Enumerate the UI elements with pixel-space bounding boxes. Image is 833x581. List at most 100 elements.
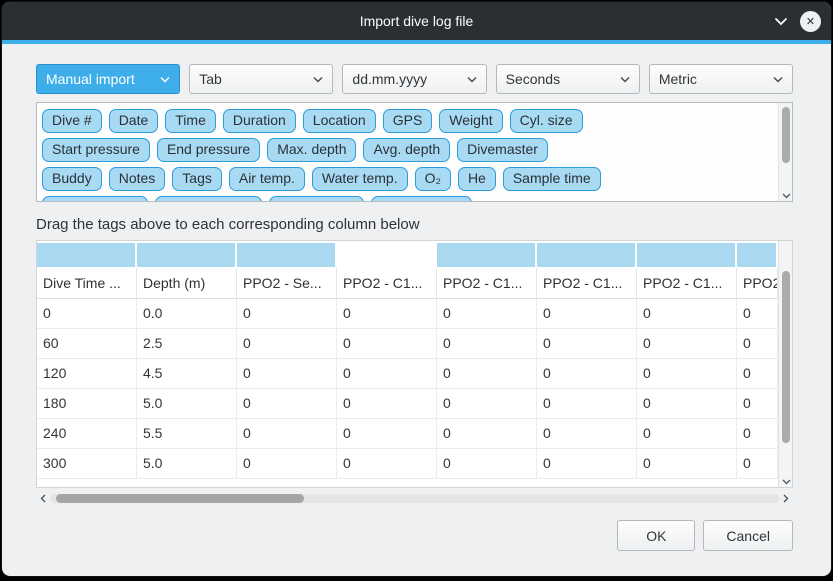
units-combobox[interactable]: Metric	[649, 64, 793, 94]
field-tag[interactable]: O₂	[415, 167, 451, 191]
field-tag[interactable]: Buddy	[42, 167, 102, 191]
combobox-value: Metric	[659, 71, 773, 87]
field-tag[interactable]: Tags	[172, 167, 222, 191]
table-cell: 0	[737, 359, 778, 389]
table-cell: 4.5	[137, 359, 237, 389]
field-tag[interactable]: Time	[165, 109, 216, 133]
field-tag[interactable]: He	[458, 167, 496, 191]
table-cell: 0	[337, 299, 437, 329]
field-tag[interactable]: Cyl. size	[510, 109, 583, 133]
tagpool-vertical-scrollbar[interactable]	[778, 103, 792, 201]
table-cell: 0	[737, 299, 778, 329]
table-cell: 0	[537, 449, 637, 479]
table-horizontal-scrollbar[interactable]	[36, 491, 793, 506]
scroll-down-icon[interactable]	[779, 479, 793, 485]
field-tag[interactable]: Sample pO₂	[269, 196, 364, 201]
table-cell: 0	[437, 419, 537, 449]
table-cell: 0	[637, 329, 737, 359]
field-tag[interactable]: Air temp.	[229, 167, 305, 191]
table-cell: 0	[337, 329, 437, 359]
table-cell: 0	[337, 359, 437, 389]
table-cell: 0	[337, 449, 437, 479]
field-tag[interactable]: End pressure	[157, 138, 260, 162]
table-cell: 0	[237, 449, 337, 479]
chevron-down-icon[interactable]	[774, 17, 788, 26]
scroll-down-icon[interactable]	[779, 193, 793, 199]
field-tag[interactable]: Notes	[109, 167, 166, 191]
field-tag[interactable]: Duration	[223, 109, 296, 133]
table-cell: 60	[37, 329, 137, 359]
column-drop-target[interactable]	[137, 243, 235, 267]
table-body: Dive Time ...Depth (m)PPO2 - Se...PPO2 -…	[37, 241, 778, 487]
table-cell: 0	[237, 359, 337, 389]
table-cell: 0	[437, 329, 537, 359]
table-cell: 0	[537, 299, 637, 329]
combobox-value: dd.mm.yyyy	[352, 71, 466, 87]
table-row: 1204.5000000	[37, 359, 778, 389]
column-header: Depth (m)	[137, 268, 237, 299]
column-drop-target[interactable]	[437, 243, 535, 267]
scrollbar-thumb[interactable]	[782, 271, 790, 443]
field-tag[interactable]: Water temp.	[312, 167, 408, 191]
field-tag[interactable]: Max. depth	[267, 138, 356, 162]
combobox-value: Tab	[199, 71, 313, 87]
column-drop-target[interactable]	[637, 243, 735, 267]
combobox-value: Seconds	[506, 71, 620, 87]
table-cell: 240	[37, 419, 137, 449]
column-drop-target[interactable]	[537, 243, 635, 267]
column-drop-target[interactable]	[237, 243, 335, 267]
duration-format-combobox[interactable]: Seconds	[496, 64, 640, 94]
table-row: 3005.0000000	[37, 449, 778, 479]
titlebar[interactable]: Import dive log file ✕	[2, 2, 831, 40]
scrollbar-thumb[interactable]	[782, 107, 790, 163]
column-drop-target[interactable]	[337, 243, 435, 267]
column-header: PPO2	[737, 268, 778, 299]
ok-button[interactable]: OK	[617, 520, 695, 551]
field-tag[interactable]: Sample depth	[42, 196, 148, 201]
field-tag[interactable]: Date	[109, 109, 159, 133]
field-separator-combobox[interactable]: Tab	[189, 64, 333, 94]
scrollbar-thumb[interactable]	[56, 494, 304, 503]
chevron-down-icon	[773, 76, 783, 83]
table-cell: 0	[637, 449, 737, 479]
table-row: 2405.5000000	[37, 419, 778, 449]
table-cell: 0	[637, 389, 737, 419]
chevron-down-icon	[160, 76, 170, 83]
field-tag[interactable]: Sample CNS	[371, 196, 472, 201]
table-cell: 0	[437, 299, 537, 329]
column-header: PPO2 - C1...	[337, 268, 437, 299]
field-tag[interactable]: GPS	[383, 109, 433, 133]
field-tag[interactable]: Start pressure	[42, 138, 150, 162]
titlebar-controls: ✕	[774, 2, 821, 40]
table-cell: 5.5	[137, 419, 237, 449]
table-cell: 0	[537, 329, 637, 359]
table-rows: 00.0000000602.50000001204.50000001805.00…	[37, 299, 778, 479]
scrollbar-track[interactable]	[50, 494, 779, 503]
scroll-right-icon[interactable]	[779, 494, 793, 503]
date-format-combobox[interactable]: dd.mm.yyyy	[342, 64, 486, 94]
table-cell: 0	[637, 419, 737, 449]
field-tag[interactable]: Location	[303, 109, 376, 133]
close-button[interactable]: ✕	[800, 11, 821, 32]
field-tag[interactable]: Weight	[439, 109, 502, 133]
column-drop-target[interactable]	[737, 243, 776, 267]
column-header: Dive Time ...	[37, 268, 137, 299]
table-vertical-scrollbar[interactable]	[778, 241, 792, 487]
chevron-down-icon	[467, 76, 477, 83]
scroll-left-icon[interactable]	[36, 494, 50, 503]
field-tag[interactable]: Dive #	[42, 109, 102, 133]
close-icon: ✕	[806, 15, 815, 28]
import-mode-combobox[interactable]: Manual import	[36, 64, 180, 94]
table-header-row: Dive Time ...Depth (m)PPO2 - Se...PPO2 -…	[37, 268, 778, 299]
cancel-button[interactable]: Cancel	[703, 520, 793, 551]
field-tag[interactable]: Divemaster	[457, 138, 548, 162]
column-drop-target[interactable]	[37, 243, 135, 267]
table-cell: 0	[437, 449, 537, 479]
field-tag[interactable]: Sample temp.	[155, 196, 261, 201]
table-cell: 0	[437, 359, 537, 389]
table-cell: 0	[337, 389, 437, 419]
field-tag[interactable]: Sample time	[503, 167, 601, 191]
drop-target-row	[37, 241, 778, 268]
field-tag[interactable]: Avg. depth	[363, 138, 450, 162]
window-title: Import dive log file	[360, 13, 474, 29]
